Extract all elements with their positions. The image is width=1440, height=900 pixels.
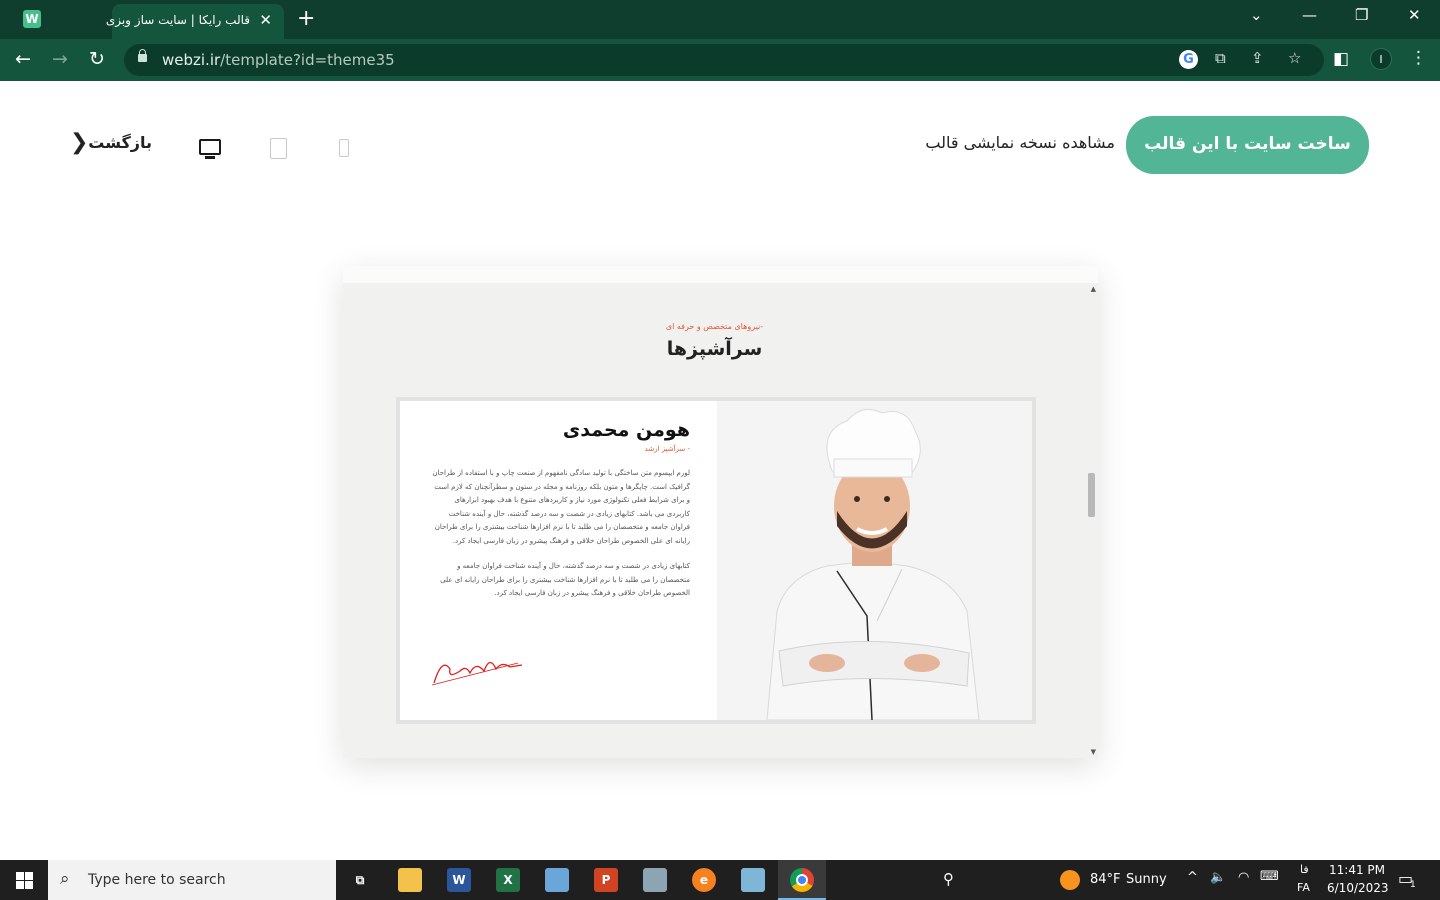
section-title: سرآشپزها (666, 338, 763, 360)
tab-search-dropdown-icon[interactable]: ⌄ (1250, 6, 1263, 24)
task-view-icon[interactable]: ⧉ (348, 868, 372, 892)
url-text[interactable]: webzi.ir/template?id=theme35 (162, 51, 395, 69)
forward-arrow-icon[interactable]: → (52, 48, 68, 70)
profile-avatar[interactable]: I (1370, 48, 1392, 70)
back-label: بازگشت (88, 133, 152, 152)
chef-bio-paragraph-2: کتابهای زیادی در شصت و سه درصد گذشته، حا… (440, 562, 690, 597)
notepad-app-icon[interactable] (741, 868, 765, 892)
browser-menu-icon[interactable]: ⋮ (1410, 48, 1427, 68)
chef-name: هومن محمدی (562, 419, 690, 441)
side-panel-icon[interactable]: ◧ (1333, 49, 1349, 69)
restore-button[interactable]: ❐ (1355, 6, 1368, 24)
tab-close-icon[interactable]: ✕ (259, 11, 272, 29)
chef-role: - سرآشپز ارشد (644, 445, 690, 453)
mobile-view-icon[interactable] (339, 139, 349, 157)
presentation-app-icon[interactable]: P (594, 868, 618, 892)
build-site-button[interactable]: ساخت سایت با این قالب (1126, 116, 1369, 174)
chef-bio-paragraph-1: لورم ایپسوم متن ساختگی با تولید سادگی نا… (432, 469, 690, 545)
tab-title: قالب رایکا | سایت ساز وبزی (105, 13, 250, 27)
weather-condition[interactable]: Sunny (1126, 872, 1167, 887)
chef-card: هومن محمدی - سرآشپز ارشد لورم ایپسوم متن… (396, 397, 1036, 724)
keyboard-icon[interactable]: ⌨ (1260, 869, 1279, 884)
word-icon[interactable]: W (447, 868, 471, 892)
weather-temp[interactable]: 84°F (1090, 872, 1121, 887)
close-window-button[interactable]: ✕ (1408, 6, 1421, 24)
chrome-icon (790, 868, 814, 892)
excel-icon[interactable]: X (496, 868, 520, 892)
windows-taskbar: ⌕ Type here to search ⧉ W X P e ⚲ 84°F S… (0, 860, 1440, 900)
reload-icon[interactable]: ↻ (89, 48, 105, 70)
browser-tab-active[interactable]: قالب رایکا | سایت ساز وبزی ✕ (106, 4, 284, 39)
taskbar-search-placeholder: Type here to search (88, 872, 226, 888)
windows-start-icon[interactable] (16, 872, 33, 889)
back-button[interactable]: بازگشت ❮ (70, 130, 160, 159)
template-preview-frame[interactable]: ▲ ▼ -نیروهای متخصص و حرفه ای سرآشپزها هو… (343, 266, 1098, 758)
language-indicator-fa[interactable]: فا (1300, 863, 1309, 876)
chrome-taskbar-button[interactable] (778, 860, 826, 900)
minimize-button[interactable]: — (1302, 6, 1317, 24)
people-icon[interactable]: ⚲ (943, 870, 954, 888)
chef-illustration (766, 408, 980, 720)
browser-tab-bar: W قالب رایکا | سایت ساز وبزی ✕ + ⌄ — ❐ ✕ (0, 0, 1440, 39)
browser-toolbar: ← → ↻ webzi.ir/template?id=theme35 G ⧉ ⇪… (0, 39, 1440, 81)
webzi-favicon-icon: W (23, 10, 41, 28)
preview-scrollbar[interactable]: ▲ ▼ (1086, 283, 1098, 758)
section-subtitle: -نیروهای متخصص و حرفه ای (665, 322, 764, 331)
back-arrow-icon[interactable]: ← (15, 48, 31, 70)
taskbar-search[interactable]: ⌕ Type here to search (48, 860, 336, 900)
lock-icon[interactable] (138, 49, 147, 62)
view-demo-link[interactable]: مشاهده نسخه نمایشی قالب (885, 133, 1115, 152)
chef-info: هومن محمدی - سرآشپز ارشد لورم ایپسوم متن… (430, 419, 690, 601)
desktop-view-icon[interactable] (199, 139, 221, 159)
wifi-icon[interactable]: ◠ (1238, 870, 1249, 885)
preview-frame-header (343, 266, 1098, 283)
language-indicator-code[interactable]: FA (1297, 881, 1310, 894)
google-lens-icon[interactable]: G (1179, 50, 1198, 69)
tablet-view-icon[interactable] (270, 138, 287, 159)
cloud-app-icon[interactable] (643, 868, 667, 892)
clock-date[interactable]: 6/10/2023 (1327, 881, 1389, 895)
bookmark-star-icon[interactable]: ☆ (1288, 49, 1301, 67)
chef-signature (431, 661, 523, 686)
chef-photo (717, 401, 1032, 720)
address-bar[interactable]: webzi.ir/template?id=theme35 G ⧉ ⇪ ☆ (124, 44, 1324, 76)
notification-count: 1 (1410, 880, 1416, 890)
search-icon: ⌕ (60, 869, 70, 889)
tray-chevron-up-icon[interactable]: ^ (1187, 870, 1198, 885)
volume-icon[interactable]: 🔈 (1210, 870, 1226, 885)
share-icon[interactable]: ⇪ (1251, 49, 1264, 67)
translate-icon[interactable]: ⧉ (1215, 49, 1226, 67)
file-explorer-icon[interactable] (398, 868, 422, 892)
scroll-up-icon[interactable]: ▲ (1091, 285, 1096, 293)
clock-time[interactable]: 11:41 PM (1329, 863, 1385, 877)
new-tab-button[interactable]: + (297, 6, 315, 31)
weather-sun-icon[interactable] (1060, 870, 1080, 890)
scroll-thumb[interactable] (1088, 473, 1095, 517)
template-preview-page: ساخت سایت با این قالب مشاهده نسخه نمایشی… (0, 81, 1440, 860)
orange-app-icon[interactable]: e (692, 868, 716, 892)
paint-icon[interactable] (545, 868, 569, 892)
chevron-left-icon: ❮ (70, 130, 89, 155)
scroll-down-icon[interactable]: ▼ (1091, 748, 1096, 756)
